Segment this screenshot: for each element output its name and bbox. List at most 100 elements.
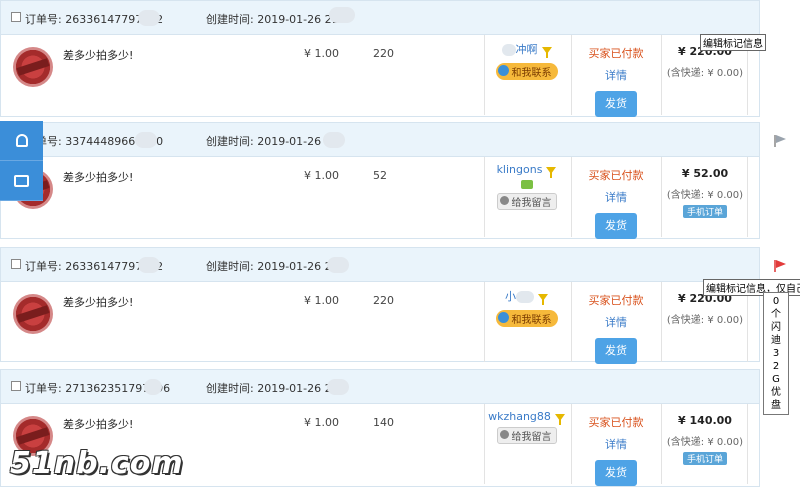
unit-price: ¥ 1.00 — [304, 416, 339, 429]
buyer-cell: klingons 给我留言 — [484, 163, 569, 210]
product-title[interactable]: 差多少拍多少! — [63, 47, 133, 63]
mark-note-tooltip: 0 个闪迪 3 2 G优盘 — [763, 292, 789, 415]
mark-note-char: 2 — [772, 361, 780, 372]
order-amount: ¥ 52.00 — [681, 167, 729, 180]
floating-sidebar — [0, 121, 43, 201]
mark-note-char: 盘 — [771, 400, 781, 411]
shipping-fee: (含快递: ¥ 0.00) — [666, 68, 744, 79]
mobile-order-badge: 手机订单 — [682, 452, 727, 465]
mark-note-char: 优 — [771, 387, 781, 398]
edit-mark-tooltip: 编辑标记信息 — [700, 34, 766, 51]
order-header: 订单号: 26336147797452 创建时间: 2019-01-26 21: — [1, 1, 759, 35]
details-link[interactable]: 详情 — [571, 436, 661, 452]
filter-icon[interactable] — [554, 413, 565, 425]
order-checkbox[interactable] — [11, 12, 21, 22]
notification-button[interactable] — [0, 121, 43, 161]
status-cell: 买家已付款 详情 发货 — [571, 414, 661, 486]
redaction-blur — [144, 379, 162, 395]
divider — [747, 157, 748, 237]
product-title[interactable]: 差多少拍多少! — [63, 294, 133, 310]
filter-icon[interactable] — [546, 166, 557, 178]
buyer-cell: 小 和我联系 — [484, 288, 569, 327]
quantity: 140 — [373, 416, 394, 429]
created-time: 创建时间: 2019-01-26 21: — [206, 260, 343, 273]
order-status: 买家已付款 — [588, 416, 644, 429]
filter-icon[interactable] — [538, 293, 548, 305]
leave-message-button[interactable]: 给我留言 — [496, 427, 557, 444]
ship-button[interactable]: 发货 — [595, 213, 637, 239]
order-header: 订单号: 33744489668380 创建时间: 2019-01-26 21: — [1, 123, 786, 157]
order-amount: ¥ 140.00 — [678, 414, 732, 427]
divider — [661, 404, 662, 484]
unit-price: ¥ 1.00 — [304, 169, 339, 182]
divider — [661, 282, 662, 362]
flag-icon[interactable] — [773, 259, 787, 273]
mark-note-char: 迪 — [771, 335, 781, 346]
order-card: 订单号: 33744489668380 创建时间: 2019-01-26 21:… — [0, 122, 786, 239]
status-cell: 买家已付款 详情 发货 — [571, 45, 661, 117]
buyer-cell: wkzhang88 给我留言 — [484, 410, 569, 444]
details-link[interactable]: 详情 — [571, 67, 661, 83]
created-time: 创建时间: 2019-01-26 21: — [206, 382, 343, 395]
redaction-blur — [323, 132, 345, 148]
ship-button[interactable]: 发货 — [595, 338, 637, 364]
redaction-blur — [327, 257, 349, 273]
watermark-logo: 51nb.com — [10, 446, 184, 481]
shipping-fee: (含快递: ¥ 0.00) — [666, 190, 744, 201]
order-body: 差多少拍多少! ¥ 1.00 220 小 和我联系 买家已付款 详情 发货 ¥ … — [1, 282, 759, 364]
order-body: 差多少拍多少! ¥ 1.00 52 klingons 给我留言 买家已付款 详情… — [1, 157, 759, 239]
order-status: 买家已付款 — [588, 294, 644, 307]
redaction-blur — [138, 10, 160, 26]
redaction-blur — [135, 132, 157, 148]
redaction-blur — [329, 7, 355, 23]
amount-cell: ¥ 140.00 (含快递: ¥ 0.00) 手机订单 — [663, 414, 747, 465]
chat-icon — [14, 174, 29, 187]
quantity: 52 — [373, 169, 387, 182]
mark-note-char: 个 — [771, 309, 781, 320]
ship-button[interactable]: 发货 — [595, 460, 637, 486]
status-cell: 买家已付款 详情 发货 — [571, 292, 661, 364]
buyer-name[interactable]: klingons — [497, 163, 543, 176]
unit-price: ¥ 1.00 — [304, 47, 339, 60]
order-checkbox[interactable] — [11, 381, 21, 391]
divider — [747, 404, 748, 484]
product-title[interactable]: 差多少拍多少! — [63, 416, 133, 432]
filter-icon[interactable] — [541, 46, 552, 58]
redaction-blur — [327, 379, 349, 395]
unit-price: ¥ 1.00 — [304, 294, 339, 307]
order-body: 差多少拍多少! ¥ 1.00 220 冲啊 和我联系 买家已付款 详情 发货 ¥… — [1, 35, 759, 117]
order-card: 订单号: 26336147797452 创建时间: 2019-01-26 21:… — [0, 0, 760, 117]
contact-me-button[interactable]: 和我联系 — [495, 63, 558, 80]
mark-note-char: 3 — [772, 348, 780, 359]
buyer-name[interactable]: wkzhang88 — [488, 410, 551, 423]
product-title[interactable]: 差多少拍多少! — [63, 169, 133, 185]
product-thumbnail[interactable] — [13, 294, 53, 334]
created-time: 创建时间: 2019-01-26 21: — [206, 135, 343, 148]
redaction-blur — [501, 44, 516, 56]
order-status: 买家已付款 — [588, 169, 644, 182]
amount-cell: ¥ 52.00 (含快递: ¥ 0.00) 手机订单 — [663, 167, 747, 218]
flag-icon[interactable] — [773, 134, 787, 148]
quantity: 220 — [373, 294, 394, 307]
details-link[interactable]: 详情 — [571, 314, 661, 330]
order-checkbox[interactable] — [11, 259, 21, 269]
message-icon[interactable] — [520, 180, 533, 189]
redaction-blur — [138, 257, 160, 273]
order-header: 订单号: 271362351797596 创建时间: 2019-01-26 21… — [1, 370, 759, 404]
contact-me-button[interactable]: 和我联系 — [495, 310, 558, 327]
created-time: 创建时间: 2019-01-26 21: — [206, 13, 343, 26]
order-card: 订单号: 26336147797452 创建时间: 2019-01-26 21:… — [0, 247, 786, 364]
buyer-name[interactable]: 冲啊 — [516, 43, 538, 56]
leave-message-button[interactable]: 给我留言 — [496, 193, 557, 210]
buyer-name[interactable]: 小 — [505, 290, 516, 303]
ship-button[interactable]: 发货 — [595, 91, 637, 117]
status-cell: 买家已付款 详情 发货 — [571, 167, 661, 239]
mobile-order-badge: 手机订单 — [682, 205, 727, 218]
mark-note-char: 闪 — [771, 322, 781, 333]
product-thumbnail[interactable] — [13, 47, 53, 87]
details-link[interactable]: 详情 — [571, 189, 661, 205]
amount-cell: ¥ 220.00 (含快递: ¥ 0.00) — [663, 292, 747, 326]
divider — [661, 35, 662, 115]
chat-button[interactable] — [0, 161, 43, 201]
redaction-blur — [516, 291, 534, 303]
